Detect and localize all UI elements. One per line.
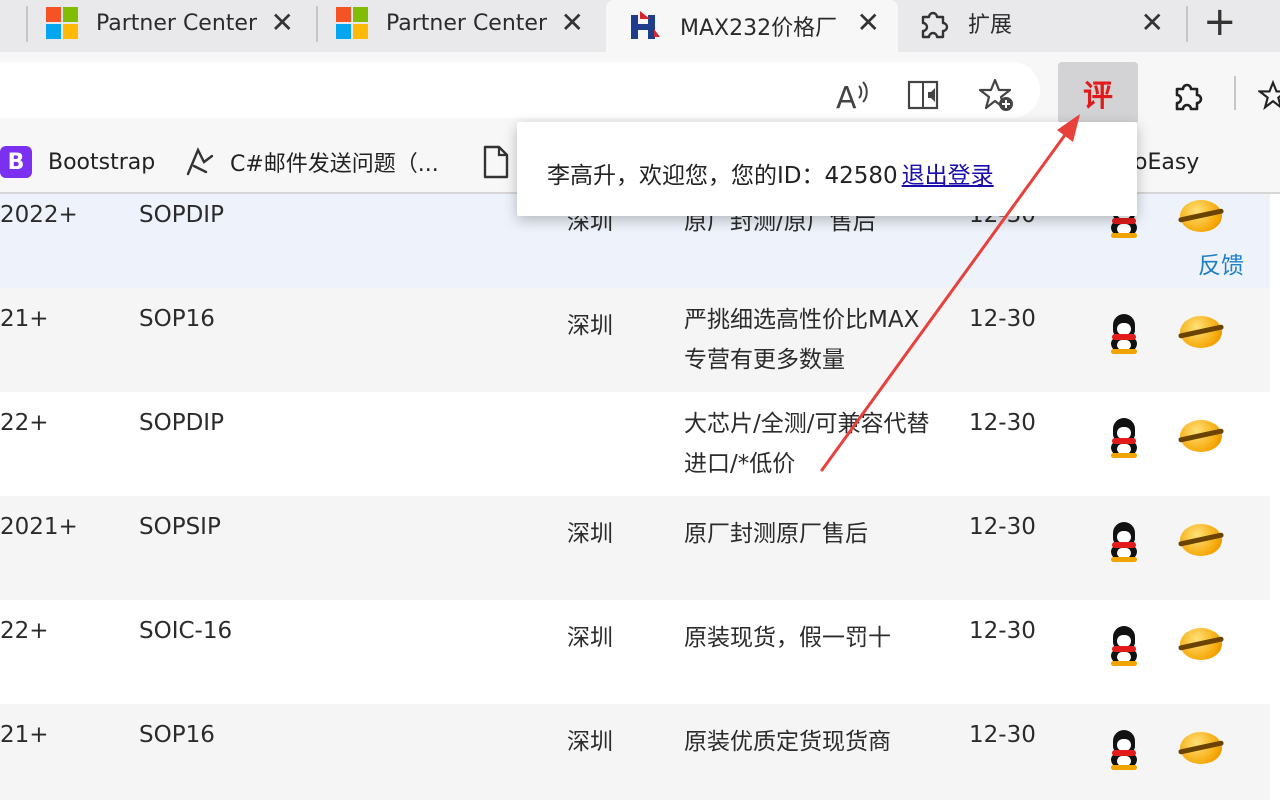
qq-icon[interactable] bbox=[1108, 522, 1140, 562]
extensions-icon[interactable] bbox=[1166, 74, 1208, 116]
page-icon bbox=[483, 145, 509, 179]
immersive-reader-icon[interactable] bbox=[904, 74, 946, 116]
date-cell: 12-30 bbox=[969, 306, 1036, 332]
read-aloud-icon[interactable]: A bbox=[832, 74, 874, 116]
description-cell: 原装优质定货现货商 bbox=[684, 729, 891, 755]
new-tab-button[interactable]: + bbox=[1203, 2, 1237, 42]
description-cell: 原厂封测原厂售后 bbox=[684, 521, 868, 547]
wangwang-icon[interactable] bbox=[1177, 520, 1225, 560]
table-row[interactable]: 22+ SOIC-16 深圳 原装现货，假一罚十 12-30 bbox=[0, 600, 1270, 704]
package-cell: SOIC-16 bbox=[139, 618, 233, 644]
wangwang-icon[interactable] bbox=[1177, 196, 1225, 236]
welcome-text: 李高升，欢迎您，您的ID：42580 bbox=[547, 163, 898, 189]
tab-strip: Partner Center ✕ Partner Center ✕ MAX232… bbox=[0, 0, 1280, 52]
location-cell: 深圳 bbox=[567, 625, 613, 651]
package-cell: SOP16 bbox=[139, 722, 215, 748]
wangwang-icon[interactable] bbox=[1177, 416, 1225, 456]
tab-title: MAX232价格厂 bbox=[680, 16, 838, 41]
qq-icon[interactable] bbox=[1108, 730, 1140, 770]
package-cell: SOP16 bbox=[139, 306, 215, 332]
tab-separator bbox=[316, 6, 318, 42]
browser-toolbar: A 评 bbox=[0, 52, 1280, 132]
date-cell: 12-30 bbox=[969, 410, 1036, 436]
wangwang-icon[interactable] bbox=[1177, 312, 1225, 352]
site-favicon-icon bbox=[186, 147, 214, 176]
product-list: 2022+ SOPDIP 深圳 原厂封测/原厂售后 12-30 反馈 21+ S… bbox=[0, 194, 1280, 800]
table-row[interactable]: 2021+ SOPSIP 深圳 原厂封测原厂售后 12-30 bbox=[0, 496, 1270, 600]
year-cell: 2022+ bbox=[0, 202, 78, 228]
table-row[interactable]: 22+ SOPDIP 大芯片/全测/可兼容代替进口/*低价 12-30 bbox=[0, 392, 1270, 496]
year-cell: 22+ bbox=[0, 618, 49, 644]
tab-extensions[interactable]: 扩展 ✕ bbox=[916, 0, 1182, 46]
year-cell: 21+ bbox=[0, 722, 49, 748]
favorite-oeasy[interactable]: oEasy bbox=[1134, 142, 1199, 182]
package-cell: SOPDIP bbox=[139, 202, 224, 228]
favorites-icon[interactable] bbox=[1258, 74, 1280, 116]
description-cell: 原装现货，假一罚十 bbox=[684, 625, 891, 651]
rating-extension-button[interactable]: 评 bbox=[1058, 62, 1138, 124]
address-bar[interactable] bbox=[0, 62, 1040, 118]
svg-text:A: A bbox=[836, 81, 857, 112]
tab-max232-active[interactable]: MAX232价格厂 ✕ bbox=[606, 0, 898, 52]
tab-separator bbox=[1186, 6, 1188, 42]
qq-icon[interactable] bbox=[1108, 626, 1140, 666]
qq-icon[interactable] bbox=[1108, 314, 1140, 354]
year-cell: 21+ bbox=[0, 306, 49, 332]
table-row[interactable]: 21+ SOP16 深圳 严挑细选高性价比MAX专营有更多数量 12-30 bbox=[0, 288, 1270, 392]
microsoft-logo-icon bbox=[46, 7, 78, 39]
table-row[interactable]: 21+ SOP16 深圳 原装优质定货现货商 12-30 bbox=[0, 704, 1270, 800]
favorite-bootstrap[interactable]: B Bootstrap bbox=[0, 142, 155, 182]
favorite-label: C#邮件发送问题（... bbox=[230, 152, 439, 177]
tab-title: Partner Center bbox=[96, 10, 257, 36]
description-cell: 大芯片/全测/可兼容代替进口/*低价 bbox=[684, 411, 930, 477]
add-favorite-icon[interactable] bbox=[976, 74, 1018, 116]
date-cell: 12-30 bbox=[969, 722, 1036, 748]
location-cell: 深圳 bbox=[567, 313, 613, 339]
close-icon[interactable]: ✕ bbox=[857, 8, 880, 38]
package-cell: SOPSIP bbox=[139, 514, 221, 540]
puzzle-icon bbox=[921, 11, 949, 39]
tab-separator bbox=[26, 6, 28, 42]
date-cell: 12-30 bbox=[969, 618, 1036, 644]
feedback-link[interactable]: 反馈 bbox=[1198, 246, 1244, 280]
logout-link[interactable]: 退出登录 bbox=[902, 163, 994, 189]
close-icon[interactable]: ✕ bbox=[271, 8, 294, 38]
package-cell: SOPDIP bbox=[139, 410, 224, 436]
close-icon[interactable]: ✕ bbox=[1141, 8, 1164, 38]
favorite-label: Bootstrap bbox=[48, 149, 156, 175]
favorite-csharp-mail[interactable]: C#邮件发送问题（... bbox=[184, 142, 439, 182]
tab-partner-center-2[interactable]: Partner Center ✕ bbox=[336, 0, 602, 46]
bootstrap-icon: B bbox=[0, 146, 32, 178]
date-cell: 12-30 bbox=[969, 514, 1036, 540]
wangwang-icon[interactable] bbox=[1177, 728, 1225, 768]
description-cell: 严挑细选高性价比MAX专营有更多数量 bbox=[684, 307, 920, 373]
tab-partner-center-1[interactable]: Partner Center ✕ bbox=[46, 0, 312, 46]
favorite-label: oEasy bbox=[1134, 149, 1200, 175]
microsoft-logo-icon bbox=[336, 7, 368, 39]
tab-title: Partner Center bbox=[386, 10, 547, 36]
rating-extension-label: 评 bbox=[1083, 79, 1113, 114]
toolbar-separator bbox=[1234, 76, 1236, 110]
close-icon[interactable]: ✕ bbox=[561, 8, 584, 38]
site-logo-icon bbox=[631, 11, 660, 39]
extension-popup: 李高升，欢迎您，您的ID：42580 退出登录 bbox=[517, 122, 1137, 216]
wangwang-icon[interactable] bbox=[1177, 624, 1225, 664]
location-cell: 深圳 bbox=[567, 729, 613, 755]
welcome-message: 李高升，欢迎您，您的ID：42580 退出登录 bbox=[547, 156, 994, 190]
favorite-page[interactable] bbox=[482, 142, 510, 182]
qq-icon[interactable] bbox=[1108, 418, 1140, 458]
year-cell: 22+ bbox=[0, 410, 49, 436]
tab-title: 扩展 bbox=[968, 13, 1013, 38]
location-cell: 深圳 bbox=[567, 521, 613, 547]
year-cell: 2021+ bbox=[0, 514, 78, 540]
